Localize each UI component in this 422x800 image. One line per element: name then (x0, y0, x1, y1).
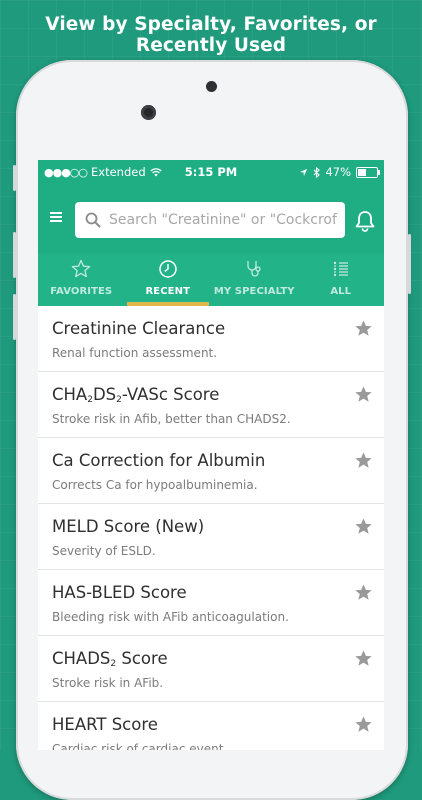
tab-recent[interactable]: RECENT (125, 254, 212, 306)
item-title: Creatinine Clearance (52, 319, 226, 338)
search-input[interactable] (107, 211, 339, 229)
item-title: MELD Score (New) (52, 517, 205, 536)
tab-my-specialty[interactable]: MY SPECIALTY (211, 254, 298, 306)
battery-percent: 47% (325, 165, 351, 179)
clock-icon (159, 260, 177, 278)
list-item[interactable]: Ca Correction for Albumin Corrects Ca fo… (38, 438, 384, 504)
list-item[interactable]: CHADS2 Score Stroke risk in AFib. (38, 636, 384, 702)
item-description: Cardiac risk of cardiac event. (52, 742, 228, 750)
favorite-star-icon[interactable] (354, 583, 373, 602)
hamburger-menu-icon[interactable] (50, 212, 62, 222)
item-description: Stroke risk in Afib, better than CHADS2. (52, 412, 291, 426)
tab-label: FAVORITES (50, 286, 113, 297)
search-box[interactable] (75, 202, 345, 238)
front-camera (141, 105, 156, 120)
bell-icon[interactable] (355, 210, 375, 232)
list-icon (333, 261, 348, 277)
volume-up-button (13, 232, 16, 278)
battery-icon (356, 166, 380, 178)
calculator-list: Creatinine Clearance Renal function asse… (38, 306, 384, 750)
tab-label: ALL (330, 286, 352, 297)
tab-label: RECENT (145, 286, 190, 297)
app-screen: ●●●○○ Extended 5:15 PM 47% FAVORITES REC… (38, 160, 384, 750)
tab-bar: FAVORITES RECENT MY SPECIALTY ALL (38, 254, 384, 306)
item-description: Renal function assessment. (52, 346, 218, 360)
item-title: HAS-BLED Score (52, 583, 187, 602)
bluetooth-icon (314, 166, 321, 178)
item-title: CHA2DS2-VASc Score (52, 385, 220, 405)
item-title: CHADS2 Score (52, 649, 168, 669)
list-item[interactable]: Creatinine Clearance Renal function asse… (38, 306, 384, 372)
item-description: Stroke risk in AFib. (52, 676, 164, 690)
favorite-star-icon[interactable] (354, 715, 373, 734)
favorite-star-icon[interactable] (354, 649, 373, 668)
item-title: Ca Correction for Albumin (52, 451, 266, 470)
mute-switch (13, 165, 16, 191)
list-item[interactable]: HEART Score Cardiac risk of cardiac even… (38, 702, 384, 750)
star-outline-icon (72, 259, 91, 278)
earpiece-speaker (206, 81, 217, 92)
list-item[interactable]: MELD Score (New) Severity of ESLD. (38, 504, 384, 570)
power-button (408, 234, 411, 294)
favorite-star-icon[interactable] (354, 517, 373, 536)
favorite-star-icon[interactable] (354, 451, 373, 470)
stethoscope-icon (247, 261, 261, 277)
tab-label: MY SPECIALTY (213, 286, 295, 297)
favorite-star-icon[interactable] (354, 319, 373, 338)
list-item[interactable]: HAS-BLED Score Bleeding risk with AFib a… (38, 570, 384, 636)
location-icon (300, 168, 308, 176)
volume-down-button (13, 294, 16, 340)
tab-all[interactable]: ALL (298, 254, 385, 306)
item-title: HEART Score (52, 715, 158, 734)
item-description: Bleeding risk with AFib anticoagulation. (52, 610, 289, 624)
item-description: Severity of ESLD. (52, 544, 156, 558)
promo-banner-title: View by Specialty, Favorites, or Recentl… (45, 14, 377, 56)
favorite-star-icon[interactable] (354, 385, 373, 404)
item-description: Corrects Ca for hypoalbuminemia. (52, 478, 258, 492)
status-bar: ●●●○○ Extended 5:15 PM 47% (38, 160, 384, 184)
tab-favorites[interactable]: FAVORITES (38, 254, 125, 306)
search-icon (85, 212, 101, 228)
search-header (38, 184, 384, 254)
list-item[interactable]: CHA2DS2-VASc Score Stroke risk in Afib, … (38, 372, 384, 438)
